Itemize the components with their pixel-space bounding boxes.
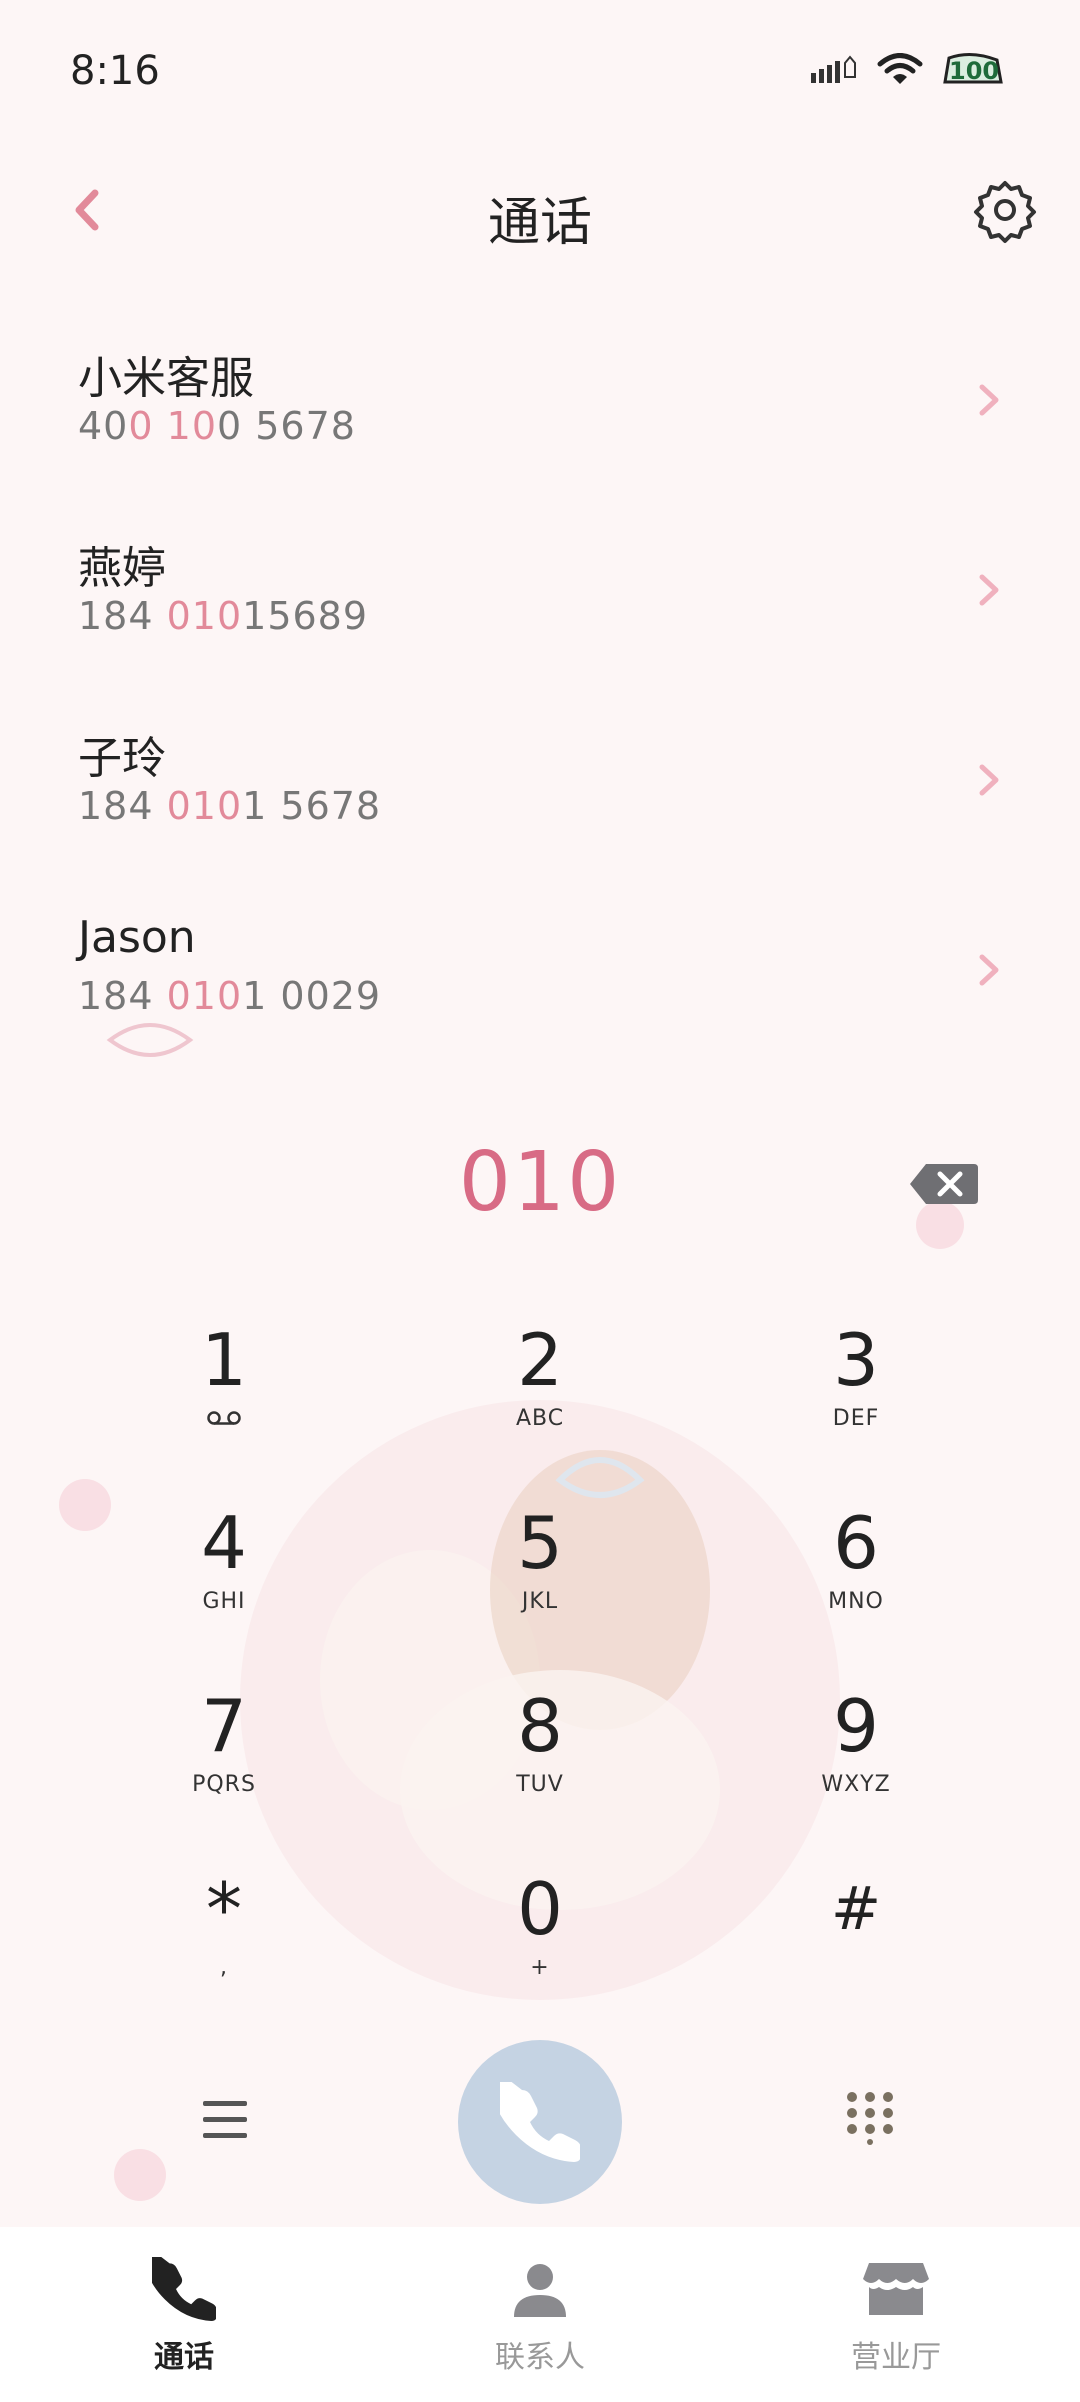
bottom-tab-bar: 通话 联系人 营业厅 bbox=[0, 2227, 1080, 2402]
key-9[interactable]: 9 WXYZ bbox=[736, 1686, 976, 1836]
settings-button[interactable] bbox=[970, 175, 1040, 245]
tab-label: 通话 bbox=[154, 2340, 214, 2375]
voicemail-icon bbox=[207, 1411, 241, 1425]
contact-number: 400 100 5678 bbox=[78, 404, 356, 448]
contact-result-item[interactable]: 燕婷 184 01015689 bbox=[0, 510, 1080, 700]
status-icons: 100 bbox=[809, 52, 1005, 88]
page-title: 通话 bbox=[487, 193, 592, 253]
phone-icon bbox=[500, 2082, 580, 2162]
contact-number: 184 0101 5678 bbox=[78, 784, 382, 828]
status-bar: 8:16 100 bbox=[0, 0, 1080, 150]
key-4[interactable]: 4 GHI bbox=[104, 1503, 344, 1653]
tab-label: 联系人 bbox=[495, 2340, 585, 2375]
contact-result-item[interactable]: Jason 184 0101 0029 bbox=[0, 890, 1080, 1080]
tab-label: 营业厅 bbox=[851, 2340, 941, 2375]
header: 通话 bbox=[0, 160, 1080, 260]
key-6[interactable]: 6 MNO bbox=[736, 1503, 976, 1653]
key-star[interactable]: * , bbox=[104, 1869, 344, 2019]
contact-name: 子玲 bbox=[78, 733, 166, 784]
contact-name: Jason bbox=[78, 912, 196, 963]
tab-calls[interactable]: 通话 bbox=[54, 2227, 314, 2402]
key-hash[interactable]: # bbox=[736, 1869, 976, 2019]
contact-name: 小米客服 bbox=[78, 353, 254, 404]
phone-icon bbox=[152, 2257, 216, 2321]
key-0[interactable]: 0 + bbox=[420, 1869, 660, 2019]
battery-icon: 100 bbox=[941, 52, 1005, 88]
key-7[interactable]: 7 PQRS bbox=[104, 1686, 344, 1836]
wifi-icon bbox=[877, 53, 923, 84]
chevron-right-icon[interactable] bbox=[968, 945, 1008, 995]
contact-result-item[interactable]: 子玲 184 0101 5678 bbox=[0, 700, 1080, 890]
gear-icon bbox=[974, 181, 1036, 243]
store-icon bbox=[863, 2263, 929, 2315]
chevron-right-icon[interactable] bbox=[968, 565, 1008, 615]
call-button[interactable] bbox=[458, 2040, 622, 2204]
chevron-right-icon[interactable] bbox=[968, 755, 1008, 805]
dialpad-icon bbox=[847, 2092, 893, 2145]
key-3[interactable]: 3 DEF bbox=[736, 1320, 976, 1470]
keypad-toggle-button[interactable] bbox=[840, 2085, 900, 2145]
person-icon bbox=[514, 2264, 566, 2317]
status-time: 8:16 bbox=[70, 48, 160, 94]
contact-result-item[interactable]: 小米客服 400 100 5678 bbox=[0, 320, 1080, 510]
battery-level: 100 bbox=[949, 57, 1000, 85]
contact-number: 184 0101 0029 bbox=[78, 974, 382, 1018]
key-5[interactable]: 5 JKL bbox=[420, 1503, 660, 1653]
key-8[interactable]: 8 TUV bbox=[420, 1686, 660, 1836]
menu-button[interactable] bbox=[195, 2095, 255, 2145]
backspace-icon bbox=[910, 1164, 978, 1204]
contact-name: 燕婷 bbox=[78, 543, 166, 594]
contact-results-list: 小米客服 400 100 5678 燕婷 184 01015689 子玲 184… bbox=[0, 320, 1080, 1080]
chevron-right-icon[interactable] bbox=[968, 375, 1008, 425]
key-2[interactable]: 2 ABC bbox=[420, 1320, 660, 1470]
key-1[interactable]: 1 bbox=[104, 1320, 344, 1470]
menu-icon bbox=[203, 2101, 247, 2138]
tab-store[interactable]: 营业厅 bbox=[766, 2227, 1026, 2402]
backspace-button[interactable] bbox=[908, 1160, 980, 1208]
contact-number: 184 01015689 bbox=[78, 594, 369, 638]
tab-contacts[interactable]: 联系人 bbox=[410, 2227, 670, 2402]
signal-icon bbox=[811, 55, 856, 83]
